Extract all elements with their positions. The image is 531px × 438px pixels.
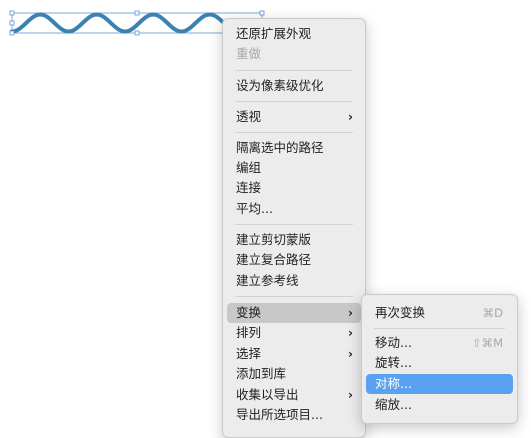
menu-separator [235,132,353,133]
menu-item-label: 移动... [375,335,412,350]
transform-submenu: 再次变换 ⌘D 移动... ⇧⌘M 旋转... 对称... 缩放... [361,294,518,424]
menu-item-join[interactable]: 连接 [227,178,361,198]
menu-separator [235,70,353,71]
anchor-handle[interactable] [9,10,15,16]
menu-item-label: 编组 [236,160,262,175]
menu-item-isolate-path[interactable]: 隔离选中的路径 [227,138,361,158]
menu-item-label: 收集以导出 [236,387,299,402]
anchor-handle[interactable] [134,30,140,36]
menu-item-undo-expand-appearance[interactable]: 还原扩展外观 [227,24,361,44]
menu-item-label: 旋转... [375,355,412,370]
menu-item-group[interactable]: 编组 [227,158,361,178]
menu-item-label: 建立参考线 [236,273,299,288]
anchor-handle[interactable] [9,20,15,26]
menu-item-collect-for-export[interactable]: 收集以导出 › [227,385,361,405]
context-menu: 还原扩展外观 重做 设为像素级优化 透视 › 隔离选中的路径 编组 连接 平均.… [222,18,366,438]
menu-separator [235,224,353,225]
menu-item-label: 重做 [236,46,262,61]
menu-item-label: 隔离选中的路径 [236,140,324,155]
menu-item-label: 排列 [236,325,262,340]
submenu-item-reflect[interactable]: 对称... [366,374,513,394]
anchor-handle[interactable] [9,30,15,36]
chevron-right-icon: › [348,110,353,124]
anchor-handle[interactable] [134,10,140,16]
menu-separator [374,328,505,329]
shortcut-label: ⇧⌘M [471,336,503,350]
menu-item-label: 对称... [375,376,412,391]
submenu-item-move[interactable]: 移动... ⇧⌘M [366,333,513,353]
chevron-right-icon: › [348,388,353,402]
menu-item-label: 变换 [236,305,262,320]
menu-item-make-guides[interactable]: 建立参考线 [227,271,361,291]
menu-item-export-selection[interactable]: 导出所选项目... [227,405,361,425]
menu-item-clipping-mask[interactable]: 建立剪切蒙版 [227,230,361,250]
menu-item-compound-path[interactable]: 建立复合路径 [227,250,361,270]
chevron-right-icon: › [348,326,353,340]
menu-item-redo: 重做 [227,44,361,64]
menu-item-label: 导出所选项目... [236,407,323,422]
menu-item-label: 还原扩展外观 [236,26,312,41]
menu-item-select[interactable]: 选择 › [227,344,361,364]
menu-item-label: 平均... [236,201,273,216]
menu-separator [235,296,353,297]
menu-item-transform[interactable]: 变换 › [227,303,361,323]
shortcut-label: ⌘D [482,306,503,320]
menu-separator [235,101,353,102]
menu-item-label: 透视 [236,109,262,124]
menu-item-pixel-optimize[interactable]: 设为像素级优化 [227,76,361,96]
menu-item-label: 选择 [236,346,262,361]
submenu-item-rotate[interactable]: 旋转... [366,353,513,373]
menu-item-label: 缩放... [375,397,412,412]
anchor-handle[interactable] [259,10,265,16]
chevron-right-icon: › [348,306,353,320]
chevron-right-icon: › [348,347,353,361]
wave-path[interactable] [10,12,240,34]
menu-item-average[interactable]: 平均... [227,199,361,219]
menu-item-label: 添加到库 [236,366,287,381]
menu-item-label: 再次变换 [375,305,426,320]
menu-item-label: 建立复合路径 [236,252,312,267]
menu-item-label: 连接 [236,180,262,195]
menu-item-perspective[interactable]: 透视 › [227,107,361,127]
menu-item-arrange[interactable]: 排列 › [227,323,361,343]
menu-item-label: 设为像素级优化 [236,78,324,93]
menu-item-label: 建立剪切蒙版 [236,232,312,247]
submenu-item-scale[interactable]: 缩放... [366,395,513,415]
submenu-item-transform-again[interactable]: 再次变换 ⌘D [366,303,513,323]
menu-item-add-to-library[interactable]: 添加到库 [227,364,361,384]
